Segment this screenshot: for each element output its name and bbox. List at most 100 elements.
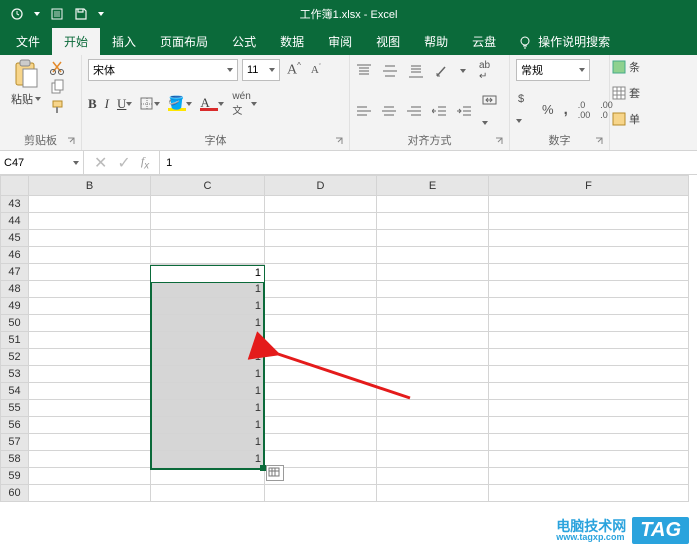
underline-button[interactable]: U: [117, 96, 132, 112]
name-box[interactable]: C47: [0, 151, 84, 174]
comma-button[interactable]: ,: [564, 101, 568, 118]
increase-decimal-button[interactable]: .0.00: [578, 100, 591, 120]
conditional-format-button[interactable]: 条: [612, 59, 644, 75]
cell[interactable]: [265, 264, 377, 281]
cell[interactable]: [29, 247, 151, 264]
row-header[interactable]: 47: [1, 264, 29, 281]
cell[interactable]: [151, 247, 265, 264]
cell[interactable]: [489, 383, 689, 400]
row-header[interactable]: 51: [1, 332, 29, 349]
cell[interactable]: [377, 434, 489, 451]
tab-view[interactable]: 视图: [364, 28, 412, 55]
row-header[interactable]: 54: [1, 383, 29, 400]
cell[interactable]: 1: [151, 434, 265, 451]
italic-button[interactable]: I: [105, 96, 109, 112]
cell[interactable]: [29, 349, 151, 366]
cell[interactable]: [265, 298, 377, 315]
fx-icon[interactable]: fx: [141, 154, 149, 171]
cell[interactable]: [265, 485, 377, 502]
cell[interactable]: 1: [151, 451, 265, 468]
cell[interactable]: [489, 332, 689, 349]
phonetic-button[interactable]: wén文: [232, 91, 256, 117]
cell[interactable]: [489, 366, 689, 383]
copy-icon[interactable]: [50, 79, 66, 95]
row-header[interactable]: 60: [1, 485, 29, 502]
dialog-launcher-icon[interactable]: [335, 137, 345, 147]
percent-button[interactable]: %: [542, 102, 554, 117]
cell[interactable]: [377, 196, 489, 213]
tab-layout[interactable]: 页面布局: [148, 28, 220, 55]
fill-color-button[interactable]: 🪣: [168, 97, 192, 111]
tab-formulas[interactable]: 公式: [220, 28, 268, 55]
cell[interactable]: [265, 213, 377, 230]
cell[interactable]: [29, 332, 151, 349]
cell[interactable]: [377, 213, 489, 230]
align-middle-icon[interactable]: [382, 64, 398, 78]
cell[interactable]: [265, 434, 377, 451]
merge-center-button[interactable]: [482, 93, 503, 130]
cell[interactable]: [29, 400, 151, 417]
row-header[interactable]: 56: [1, 417, 29, 434]
cell[interactable]: [151, 485, 265, 502]
row-header[interactable]: 48: [1, 281, 29, 298]
col-header-B[interactable]: B: [29, 176, 151, 196]
col-header-E[interactable]: E: [377, 176, 489, 196]
row-header[interactable]: 58: [1, 451, 29, 468]
cell[interactable]: 1: [151, 315, 265, 332]
cell[interactable]: 1: [151, 349, 265, 366]
cell[interactable]: [265, 417, 377, 434]
row-header[interactable]: 49: [1, 298, 29, 315]
decrease-indent-icon[interactable]: [432, 105, 447, 119]
font-size-combo[interactable]: 11: [242, 59, 280, 81]
row-header[interactable]: 52: [1, 349, 29, 366]
cell[interactable]: [377, 264, 489, 281]
tab-cloud[interactable]: 云盘: [460, 28, 508, 55]
col-header-C[interactable]: C: [151, 176, 265, 196]
tab-insert[interactable]: 插入: [100, 28, 148, 55]
cell[interactable]: [377, 230, 489, 247]
cell[interactable]: [489, 485, 689, 502]
row-header[interactable]: 46: [1, 247, 29, 264]
cancel-icon[interactable]: ✕: [94, 153, 107, 173]
cell[interactable]: [151, 196, 265, 213]
enter-icon[interactable]: ✓: [117, 153, 130, 173]
cell[interactable]: [29, 264, 151, 281]
cut-icon[interactable]: [50, 59, 66, 75]
cell[interactable]: [489, 434, 689, 451]
cell[interactable]: [29, 196, 151, 213]
cell[interactable]: [489, 281, 689, 298]
cell[interactable]: [29, 281, 151, 298]
cell[interactable]: [377, 417, 489, 434]
cell[interactable]: [489, 213, 689, 230]
cell[interactable]: [377, 247, 489, 264]
number-format-combo[interactable]: 常规: [516, 59, 590, 81]
cell[interactable]: [151, 213, 265, 230]
col-header-F[interactable]: F: [489, 176, 689, 196]
cell[interactable]: [377, 468, 489, 485]
row-header[interactable]: 53: [1, 366, 29, 383]
tab-review[interactable]: 审阅: [316, 28, 364, 55]
cell[interactable]: [29, 315, 151, 332]
touch-mode-icon[interactable]: [50, 7, 64, 21]
cell[interactable]: [377, 298, 489, 315]
tab-home[interactable]: 开始: [52, 28, 100, 55]
cell[interactable]: [377, 485, 489, 502]
align-left-icon[interactable]: [356, 105, 371, 119]
cell[interactable]: [489, 230, 689, 247]
row-header[interactable]: 45: [1, 230, 29, 247]
cell[interactable]: [489, 247, 689, 264]
cell[interactable]: [29, 451, 151, 468]
dialog-launcher-icon[interactable]: [595, 137, 605, 147]
cell[interactable]: [29, 213, 151, 230]
cell[interactable]: [489, 400, 689, 417]
cell[interactable]: [265, 247, 377, 264]
cell[interactable]: [29, 468, 151, 485]
row-header[interactable]: 57: [1, 434, 29, 451]
format-painter-icon[interactable]: [50, 99, 66, 115]
align-center-icon[interactable]: [381, 105, 396, 119]
dialog-launcher-icon[interactable]: [67, 137, 77, 147]
increase-indent-icon[interactable]: [457, 105, 472, 119]
formula-input[interactable]: 1: [159, 151, 697, 174]
tab-file[interactable]: 文件: [4, 28, 52, 55]
format-table-button[interactable]: 套: [612, 85, 644, 101]
